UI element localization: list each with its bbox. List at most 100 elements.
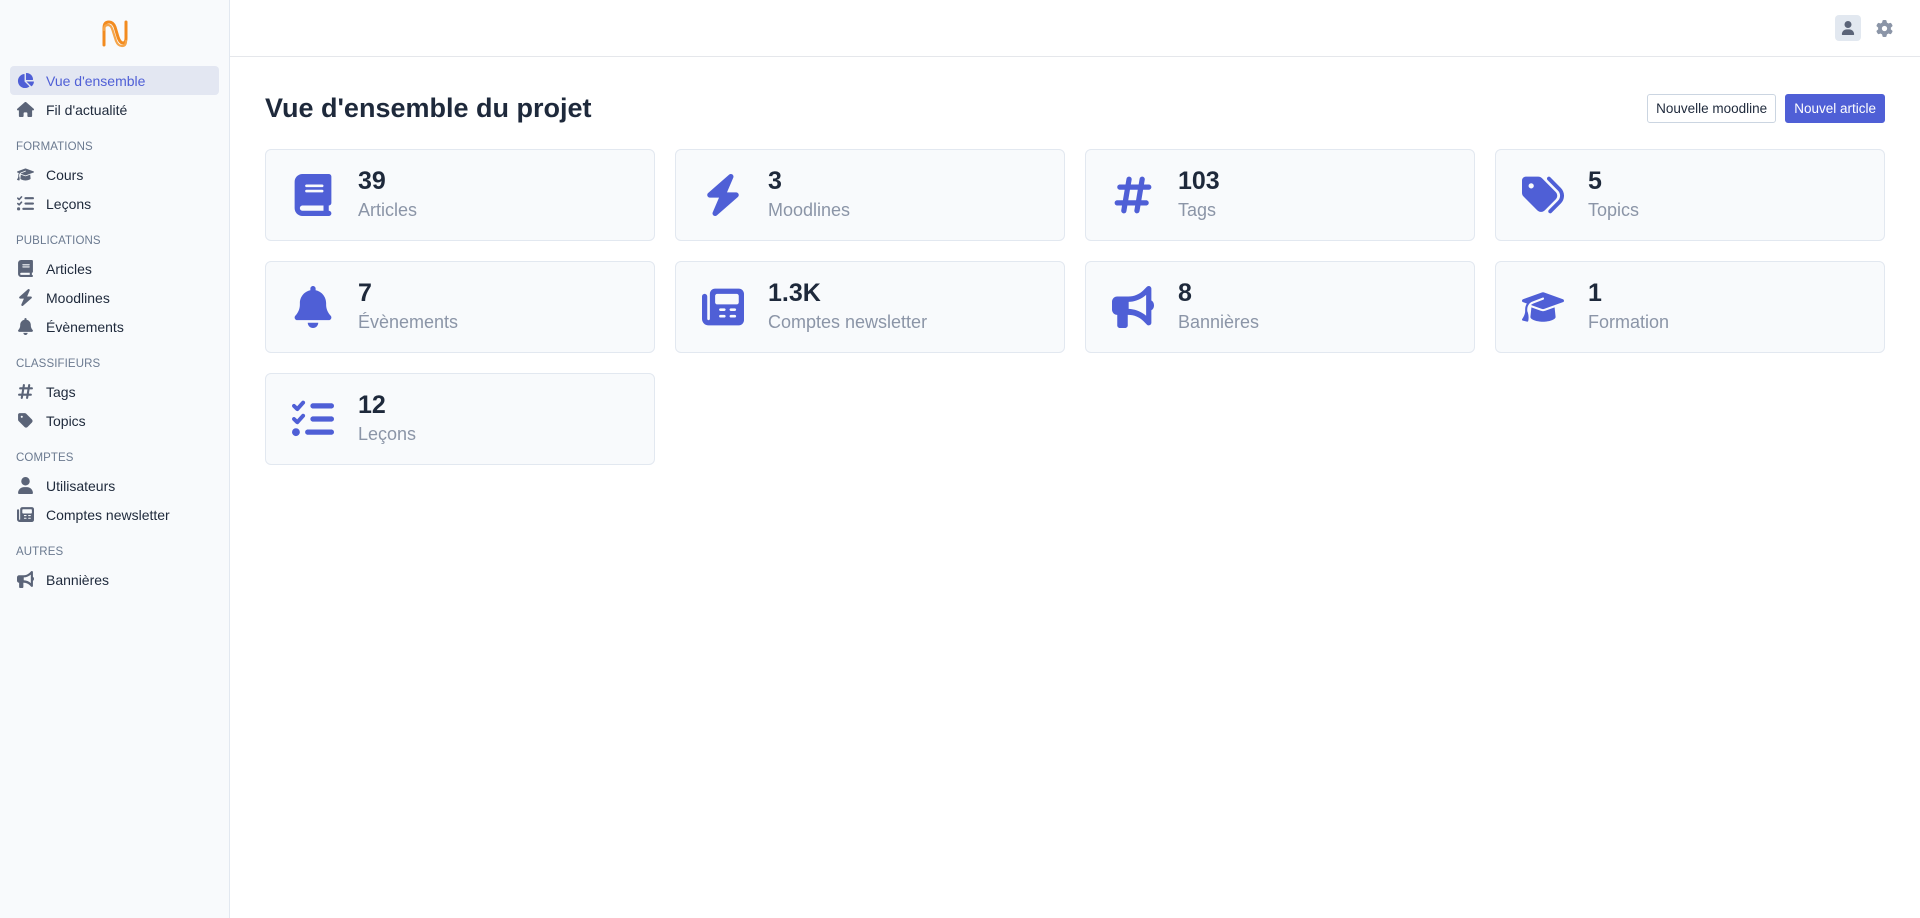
sidebar-item-lecons[interactable]: Leçons <box>10 189 219 218</box>
new-moodline-button[interactable]: Nouvelle moodline <box>1647 94 1777 123</box>
sidebar-item-tags[interactable]: Tags <box>10 377 219 406</box>
sidebar-item-label: Leçons <box>46 195 92 212</box>
page-header: Vue d'ensemble du projet Nouvelle moodli… <box>265 93 1885 124</box>
stat-value: 12 <box>358 391 386 419</box>
sidebar-item-moodlines[interactable]: Moodlines <box>10 283 219 312</box>
sidebar-item-label: Cours <box>46 166 84 183</box>
stat-text: 39 Articles <box>358 166 417 224</box>
sidebar-item-label: Bannières <box>46 571 110 588</box>
user-icon <box>1841 21 1855 35</box>
sidebar-item-utilisateurs[interactable]: Utilisateurs <box>10 471 219 500</box>
stat-label: Comptes newsletter <box>768 312 928 332</box>
top-bar <box>230 0 1920 57</box>
stat-text: 1.3K Comptes newsletter <box>768 278 927 336</box>
sidebar: Vue d'ensemble Fil d'actualité FORMATIONS C… <box>0 0 230 918</box>
stat-value: 3 <box>768 167 782 195</box>
stat-text: 7 Évènements <box>358 278 458 336</box>
graduation-cap-icon <box>1520 284 1566 330</box>
stat-label: Leçons <box>358 424 417 444</box>
stat-text: 103 Tags <box>1178 166 1220 224</box>
sidebar-item-vue-d-ensemble[interactable]: Vue d'ensemble <box>10 66 219 95</box>
list-check-icon <box>290 396 336 442</box>
sidebar-section-comptes: COMPTES <box>16 452 74 464</box>
logo-icon <box>102 20 127 48</box>
stat-card-lecons[interactable]: 12 Leçons <box>265 373 655 465</box>
stat-card-topics[interactable]: 5 Topics <box>1495 149 1885 241</box>
user-avatar-button[interactable] <box>1835 15 1861 41</box>
settings-button[interactable] <box>1873 17 1895 39</box>
stat-card-comptes-newsletter[interactable]: 1.3K Comptes newsletter <box>675 261 1065 353</box>
bullhorn-icon <box>16 571 34 589</box>
sidebar-item-comptes-newsletter[interactable]: Comptes newsletter <box>10 500 219 529</box>
gear-icon <box>1875 19 1893 37</box>
sidebar-item-label: Moodlines <box>46 289 110 306</box>
sidebar-item-label: Tags <box>46 383 76 400</box>
stat-value: 39 <box>358 167 386 195</box>
stat-card-moodlines[interactable]: 3 Moodlines <box>675 149 1065 241</box>
stat-text: 5 Topics <box>1588 166 1639 224</box>
stat-label: Moodlines <box>768 200 851 220</box>
tag-icon <box>16 412 34 430</box>
stat-value: 1 <box>1588 279 1602 307</box>
tags-icon <box>1520 172 1566 218</box>
stat-text: 1 Formation <box>1588 278 1669 336</box>
stat-card-articles[interactable]: 39 Articles <box>265 149 655 241</box>
stat-label: Articles <box>358 200 418 220</box>
bolt-icon <box>700 172 746 218</box>
sidebar-item-label: Vue d'ensemble <box>46 72 146 89</box>
stats-grid: 39 Articles 3 Moodlines 103 Tags 5 Topics 7 Évène… <box>265 149 1885 465</box>
sidebar-item-evenements[interactable]: Évènements <box>10 312 219 341</box>
sidebar-item-articles[interactable]: Articles <box>10 254 219 283</box>
stat-card-evenements[interactable]: 7 Évènements <box>265 261 655 353</box>
bolt-icon <box>16 289 34 307</box>
sidebar-item-label: Topics <box>46 412 86 429</box>
app-root: Vue d'ensemble Fil d'actualité FORMATIONS C… <box>0 0 1920 918</box>
user-icon <box>16 477 34 495</box>
stat-text: 3 Moodlines <box>768 166 850 224</box>
bell-icon <box>16 318 34 336</box>
stat-text: 12 Leçons <box>358 390 416 448</box>
sidebar-nav: Vue d'ensemble Fil d'actualité FORMATIONS C… <box>0 66 229 594</box>
sidebar-section-publications: PUBLICATIONS <box>16 235 101 247</box>
list-check-icon <box>16 195 34 213</box>
hashtag-icon <box>1110 172 1156 218</box>
sidebar-item-label: Articles <box>46 260 92 277</box>
book-icon <box>290 172 336 218</box>
stat-label: Tags <box>1178 200 1217 220</box>
stat-value: 7 <box>358 279 372 307</box>
sidebar-item-label: Comptes newsletter <box>46 506 170 523</box>
sidebar-section-classifieurs: CLASSIFIEURS <box>16 358 101 370</box>
sidebar-item-cours[interactable]: Cours <box>10 160 219 189</box>
sidebar-item-bannieres[interactable]: Bannières <box>10 565 219 594</box>
new-article-button[interactable]: Nouvel article <box>1785 94 1885 123</box>
stat-label: Formation <box>1588 312 1670 332</box>
chart-pie-icon <box>16 72 34 90</box>
sidebar-item-label: Évènements <box>46 318 124 335</box>
stat-value: 8 <box>1178 279 1192 307</box>
dashboard-content: Vue d'ensemble du projet Nouvelle moodli… <box>230 57 1920 465</box>
stat-label: Évènements <box>358 312 459 332</box>
stat-value: 5 <box>1588 167 1602 195</box>
stat-text: 8 Bannières <box>1178 278 1259 336</box>
sidebar-item-label: Fil d'actualité <box>46 101 128 118</box>
stat-value: 103 <box>1178 167 1220 195</box>
brand-logo[interactable] <box>0 0 229 66</box>
home-icon <box>16 101 34 119</box>
bullhorn-icon <box>1110 284 1156 330</box>
sidebar-section-autres: AUTRES <box>16 546 64 558</box>
book-icon <box>16 260 34 278</box>
bell-icon <box>290 284 336 330</box>
sidebar-item-fil-d-actualite[interactable]: Fil d'actualité <box>10 95 219 124</box>
newspaper-icon <box>16 506 34 524</box>
sidebar-section-formations: FORMATIONS <box>16 141 93 153</box>
page-title: Vue d'ensemble du projet <box>265 93 592 123</box>
newspaper-icon <box>700 284 746 330</box>
stat-card-tags[interactable]: 103 Tags <box>1085 149 1475 241</box>
stat-value: 1.3K <box>768 279 821 307</box>
sidebar-item-topics[interactable]: Topics <box>10 406 219 435</box>
stat-card-formation[interactable]: 1 Formation <box>1495 261 1885 353</box>
graduation-cap-icon <box>16 166 34 184</box>
header-actions: Nouvelle moodline Nouvel article <box>1647 94 1885 123</box>
stat-card-bannieres[interactable]: 8 Bannières <box>1085 261 1475 353</box>
stat-label: Topics <box>1588 200 1640 220</box>
